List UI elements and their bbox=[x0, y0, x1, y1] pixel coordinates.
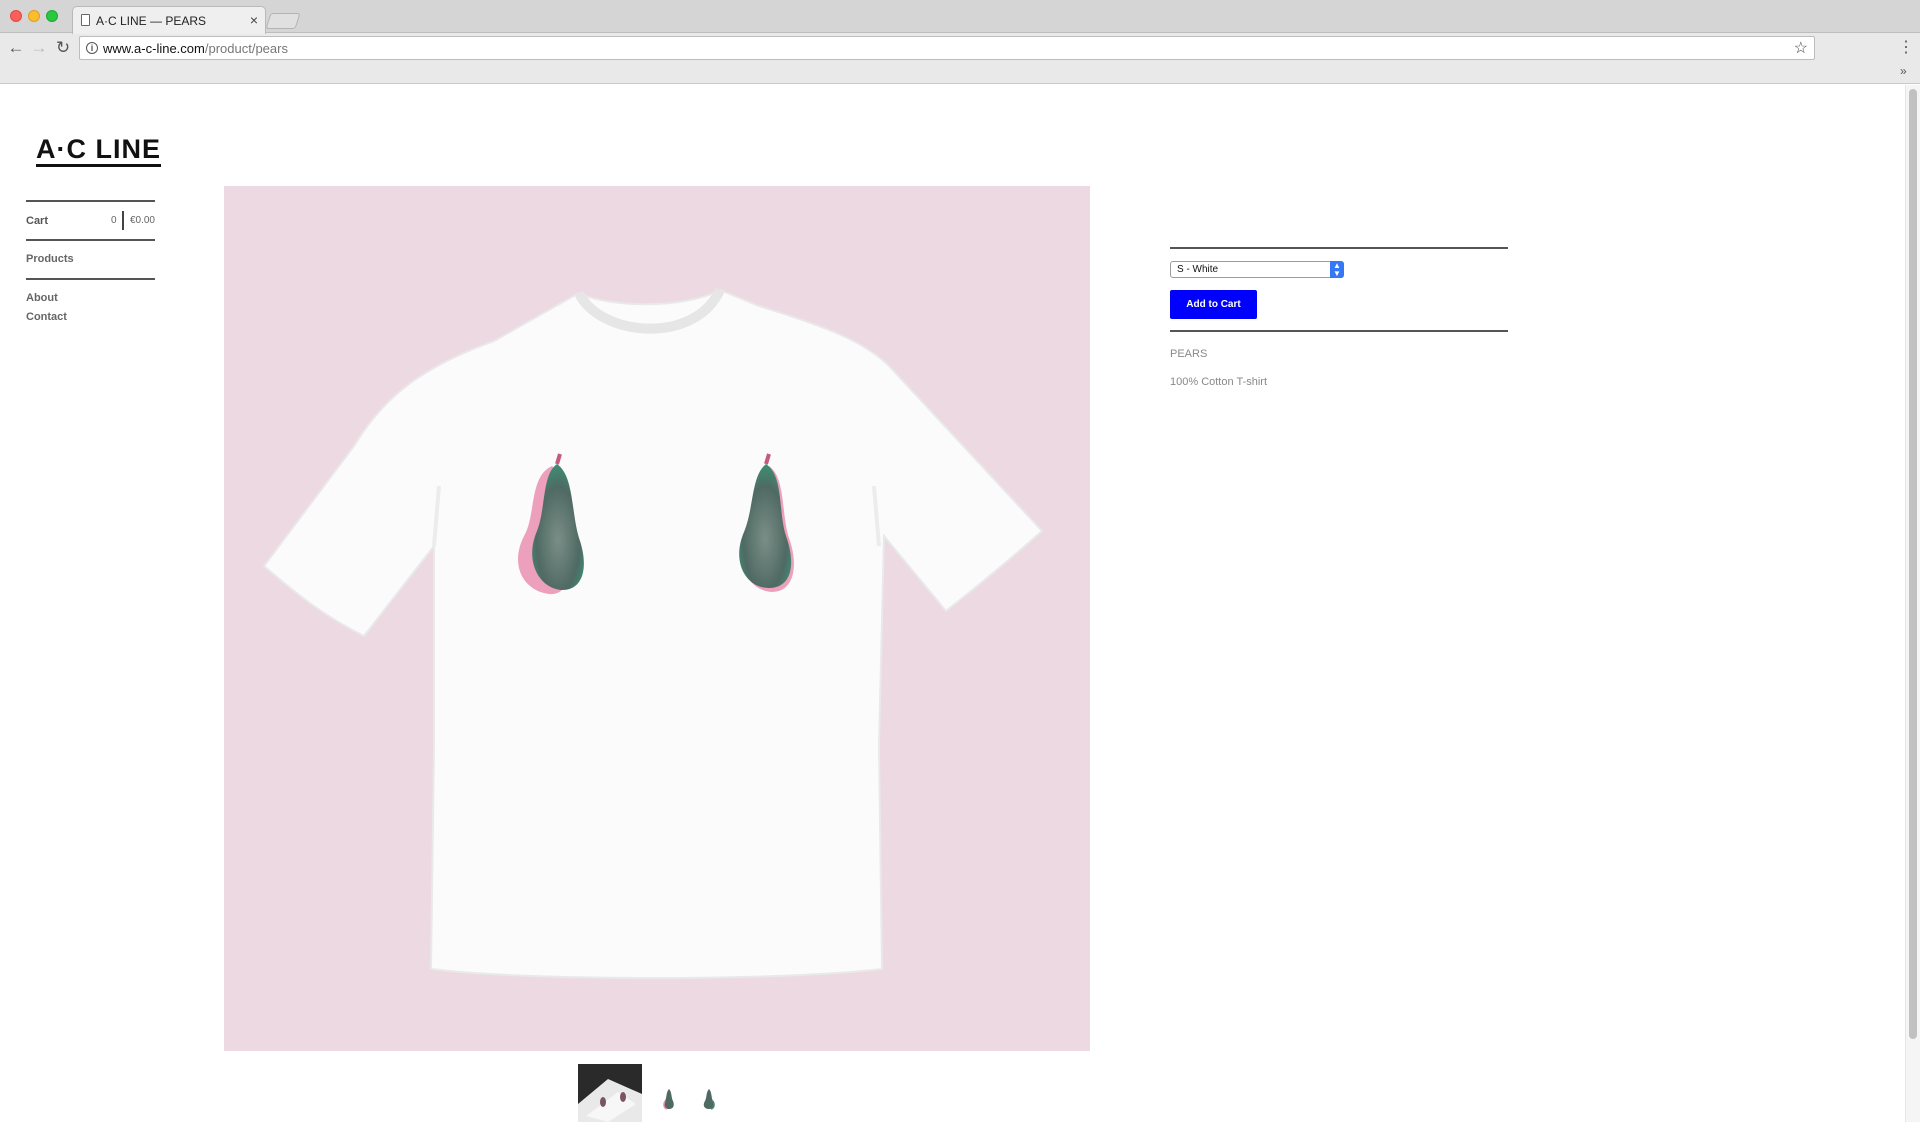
nav-about[interactable]: About bbox=[26, 292, 58, 304]
nav-products-row: Products bbox=[26, 241, 155, 278]
address-bar[interactable]: i www.a-c-line.com/product/pears ☆ bbox=[79, 36, 1815, 60]
browser-chrome: A·C LINE — PEARS × ← → ↻ i www.a-c-line.… bbox=[0, 0, 1920, 84]
new-tab-button[interactable] bbox=[265, 13, 301, 29]
tab-title: A·C LINE — PEARS bbox=[96, 14, 207, 28]
cart-total: €0.00 bbox=[129, 215, 155, 226]
minimize-window-button[interactable] bbox=[28, 10, 40, 22]
add-to-cart-button[interactable]: Add to Cart bbox=[1170, 290, 1257, 319]
browser-tab-active[interactable]: A·C LINE — PEARS × bbox=[72, 6, 266, 34]
product-description: 100% Cotton T-shirt bbox=[1170, 376, 1268, 388]
page-scrollbar[interactable] bbox=[1905, 85, 1920, 1122]
side-navigation: Cart 0 €0.00 Products About Contact bbox=[26, 200, 155, 330]
tshirt-illustration bbox=[262, 287, 1044, 979]
url-text[interactable]: www.a-c-line.com/product/pears bbox=[103, 41, 288, 56]
star-icon[interactable]: ☆ bbox=[1794, 38, 1808, 58]
bookmarks-overflow-icon[interactable]: » bbox=[1900, 64, 1907, 78]
size-select[interactable]: S - White ▲ ▼ bbox=[1170, 261, 1344, 278]
product-name: PEARS bbox=[1170, 348, 1208, 360]
url-path: /product/pears bbox=[204, 41, 288, 56]
product-main-image[interactable] bbox=[224, 186, 1090, 1051]
back-button[interactable]: ← bbox=[6, 38, 26, 58]
cart-link[interactable]: Cart 0 €0.00 bbox=[26, 202, 155, 239]
close-window-button[interactable] bbox=[10, 10, 22, 22]
cart-count: 0 bbox=[111, 215, 117, 226]
nav-info-group: About Contact bbox=[26, 280, 155, 330]
web-page: A·C LINE Cart 0 €0.00 Products About Con… bbox=[0, 85, 1920, 1122]
chevron-updown-icon: ▲ ▼ bbox=[1330, 261, 1344, 278]
forward-button[interactable]: → bbox=[29, 38, 49, 58]
reload-button[interactable]: ↻ bbox=[53, 38, 73, 58]
divider bbox=[1170, 247, 1508, 249]
divider bbox=[1170, 330, 1508, 332]
nav-products[interactable]: Products bbox=[26, 253, 74, 265]
browser-menu-icon[interactable]: ⋮ bbox=[1898, 38, 1914, 58]
size-select-value: S - White bbox=[1177, 264, 1219, 275]
thumbnail-2[interactable] bbox=[662, 1088, 676, 1110]
thumbnail-3[interactable] bbox=[702, 1088, 716, 1110]
tab-close-icon[interactable]: × bbox=[250, 12, 258, 28]
cart-label: Cart bbox=[26, 215, 49, 227]
url-host: www.a-c-line.com bbox=[103, 41, 205, 56]
thumbnail-1[interactable] bbox=[578, 1064, 642, 1122]
tshirt-shape bbox=[262, 288, 1044, 979]
nav-contact[interactable]: Contact bbox=[26, 311, 67, 323]
scrollbar-thumb[interactable] bbox=[1909, 89, 1917, 1039]
page-icon bbox=[81, 14, 90, 26]
tab-strip: A·C LINE — PEARS × bbox=[0, 0, 1920, 34]
info-icon[interactable]: i bbox=[86, 42, 98, 54]
buy-box: S - White ▲ ▼ Add to Cart PEARS 100% Cott… bbox=[1170, 247, 1508, 388]
cart-separator bbox=[122, 211, 124, 230]
site-logo[interactable]: A·C LINE bbox=[36, 135, 161, 167]
maximize-window-button[interactable] bbox=[46, 10, 58, 22]
